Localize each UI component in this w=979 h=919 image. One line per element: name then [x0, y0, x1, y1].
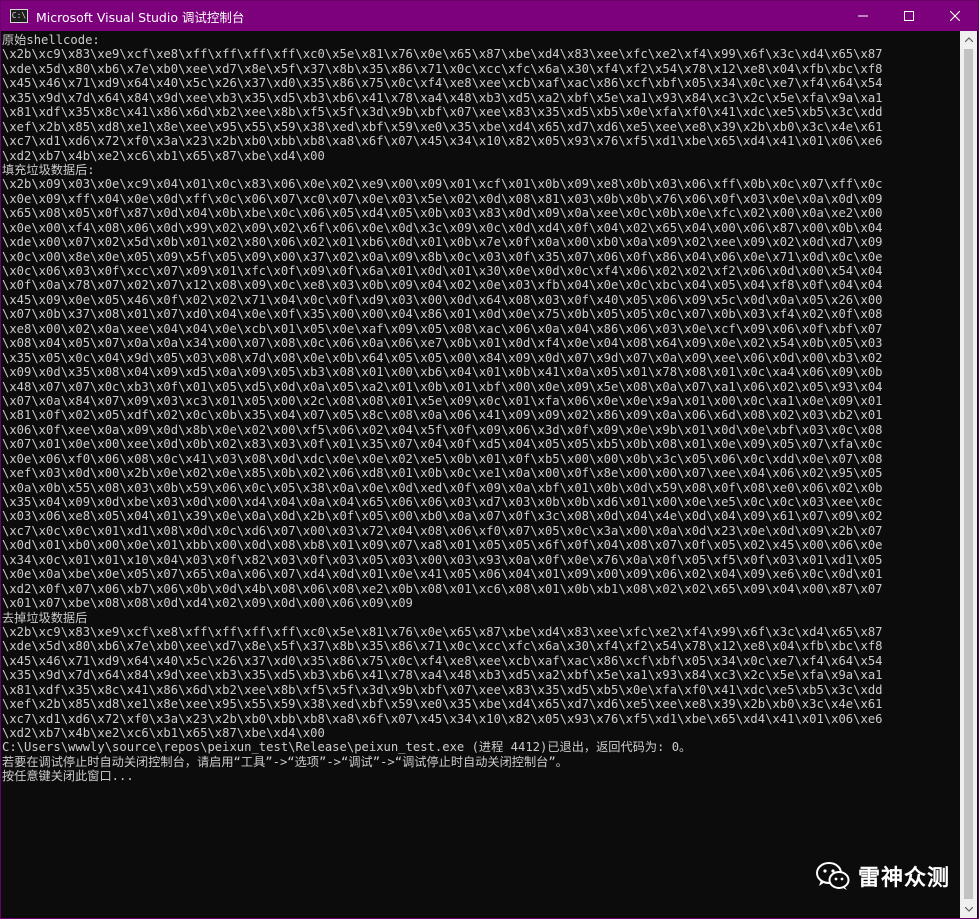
title-bar[interactable]: C:\ Microsoft Visual Studio 调试控制台 — [1, 1, 978, 31]
console-line: \x0d\x01\xb0\x00\x0e\x01\xbb\x00\x0d\x08… — [2, 538, 883, 553]
console-lines: 原始shellcode: \x2b\xc9\x83\xe9\xcf\xe8\xff… — [1, 31, 961, 784]
console-line: \x35\x9d\x7d\x64\x84\x9d\xee\xb3\x35\xd5… — [2, 668, 883, 683]
console-line: \x45\x46\x71\xd9\x64\x40\x5c\x26\x37\xd0… — [2, 653, 883, 668]
console-line: 按任意键关闭此窗口... — [2, 769, 134, 784]
console-line: \x07\x01\x0e\x00\xee\x0d\x0b\x02\x83\x03… — [2, 437, 883, 452]
console-line: \x81\x0f\x02\x05\xdf\x02\x0c\x0b\x35\x04… — [2, 408, 883, 423]
console-line: \x03\x06\xe8\x05\x04\x01\x39\x0e\x0a\x0d… — [2, 509, 883, 524]
console-line: \x07\x0b\x37\x08\x01\x07\xd0\x04\x0e\x0f… — [2, 307, 883, 322]
close-icon — [950, 11, 960, 21]
console-line: \xc7\xd1\xd6\x72\xf0\x3a\x23\x2b\xb0\xbb… — [2, 134, 883, 149]
scroll-up-button[interactable] — [960, 31, 977, 48]
console-line: \xe8\x00\x02\x0a\xee\x04\x04\x0e\xcb\x01… — [2, 321, 883, 336]
arrow-down-icon — [964, 907, 973, 912]
scrollbar-thumb[interactable] — [964, 49, 973, 899]
maximize-icon — [904, 11, 914, 21]
wechat-icon — [815, 862, 850, 890]
console-output[interactable]: 原始shellcode: \x2b\xc9\x83\xe9\xcf\xe8\xff… — [1, 31, 961, 918]
console-line: \x81\xdf\x35\x8c\x41\x86\x6d\xb2\xee\x8b… — [2, 682, 883, 697]
window-title: Microsoft Visual Studio 调试控制台 — [36, 9, 245, 25]
console-line: \x65\x08\x05\x0f\x87\x0d\x04\x0b\xbe\x0c… — [2, 206, 883, 221]
console-line: \xef\x03\x0d\x00\x2b\x0e\x02\x0e\x85\x0b… — [2, 466, 883, 481]
console-line: \x0e\x06\xf0\x06\x08\x0c\x41\x03\x08\x0d… — [2, 451, 883, 466]
console-line: 填充垃圾数据后: — [2, 162, 95, 177]
console-line: \x2b\xc9\x83\xe9\xcf\xe8\xff\xff\xff\xff… — [2, 47, 883, 62]
console-line: \x2b\x09\x03\x0e\xc9\x04\x01\x0c\x83\x06… — [2, 177, 883, 192]
minimize-icon — [858, 15, 868, 17]
arrow-up-icon — [964, 37, 973, 42]
console-line: \x35\x05\x0c\x04\x9d\x05\x03\x08\x7d\x08… — [2, 350, 883, 365]
console-line: \x34\x0c\x01\x01\x10\x04\x03\x0f\x82\x03… — [2, 552, 883, 567]
console-line: \x0a\x0b\x55\x08\x03\x0b\x59\x06\x0c\x05… — [2, 480, 883, 495]
console-line: \x2b\xc9\x83\xe9\xcf\xe8\xff\xff\xff\xff… — [2, 624, 883, 639]
console-line: \xc7\x0c\x0c\x01\xd1\x08\x0d\x0c\xd6\x07… — [2, 523, 883, 538]
console-line: \x07\x0a\x84\x07\x09\x03\xc3\x01\x05\x00… — [2, 393, 883, 408]
console-line: 去掉垃圾数据后 — [2, 610, 88, 625]
minimize-button[interactable] — [840, 1, 886, 31]
console-line: \xef\x2b\x85\xd8\xe1\x8e\xee\x95\x55\x59… — [2, 119, 883, 134]
console-line: \x0e\x0a\xbe\x0e\x05\x07\x65\x0a\x06\x07… — [2, 567, 883, 582]
console-line: \xd2\xb7\x4b\xe2\xc6\xb1\x65\x87\xbe\xd4… — [2, 148, 325, 163]
console-line: \x09\x0d\x35\x08\x04\x09\xd5\x0a\x09\x05… — [2, 365, 883, 380]
vertical-scrollbar[interactable] — [960, 31, 977, 918]
maximize-button[interactable] — [886, 1, 932, 31]
console-line: \x0c\x06\x03\x0f\xcc\x07\x09\x01\xfc\x0f… — [2, 264, 883, 278]
console-window: C:\ Microsoft Visual Studio 调试控制台 原始shel… — [0, 0, 979, 919]
console-line: C:\Users\wwwly\source\repos\peixun_test\… — [2, 740, 692, 755]
console-line: \xd2\x0f\x07\x06\xb7\x06\x0b\x0d\x4b\x08… — [2, 581, 883, 596]
console-line: \xde\x5d\x80\xb6\x7e\xb0\xee\xd7\x8e\x5f… — [2, 639, 883, 654]
console-line: \x06\x0f\xee\x0a\x09\x0d\x8b\x0e\x02\x00… — [2, 422, 883, 437]
console-line: 原始shellcode: — [2, 33, 100, 47]
console-line: 若要在调试停止时自动关闭控制台，请启用“工具”->“选项”->“调试”->“调试… — [2, 754, 568, 769]
console-line: \xde\x5d\x80\xb6\x7e\xb0\xee\xd7\x8e\x5f… — [2, 61, 883, 76]
console-line: \x0e\x09\xff\x04\x0e\x0d\xff\x0c\x06\x07… — [2, 191, 883, 206]
console-line: \x0c\x00\x8e\x0e\x05\x09\x5f\x05\x09\x00… — [2, 249, 883, 264]
console-line: \x45\x09\x0e\x05\x46\x0f\x02\x02\x71\x04… — [2, 292, 883, 307]
console-line: \xc7\xd1\xd6\x72\xf0\x3a\x23\x2b\xb0\xbb… — [2, 711, 883, 726]
console-app-icon: C:\ — [10, 9, 28, 23]
watermark-text: 雷神众测 — [857, 866, 950, 891]
console-line: \x45\x46\x71\xd9\x64\x40\x5c\x26\x37\xd0… — [2, 76, 883, 91]
console-line: \x48\x07\x07\x0c\xb3\x0f\x01\x05\xd5\x0d… — [2, 379, 883, 394]
console-line: \x35\x9d\x7d\x64\x84\x9d\xee\xb3\x35\xd5… — [2, 90, 883, 105]
console-line: \xd2\xb7\x4b\xe2\xc6\xb1\x65\x87\xbe\xd4… — [2, 726, 325, 740]
scroll-down-button[interactable] — [960, 901, 977, 918]
console-line: \x81\xdf\x35\x8c\x41\x86\x6d\xb2\xee\x8b… — [2, 105, 883, 120]
window-controls — [840, 1, 978, 31]
console-line: \x01\x07\xbe\x08\x08\x0d\xd4\x02\x09\x0d… — [2, 596, 413, 611]
close-button[interactable] — [932, 1, 978, 31]
console-line: \x0f\x0a\x78\x07\x02\x07\x12\x08\x09\x0c… — [2, 278, 883, 293]
console-line: \x0e\x00\xf4\x08\x06\x0d\x99\x02\x09\x02… — [2, 220, 883, 235]
console-line: \x08\x04\x05\x07\x0a\x0a\x34\x00\x07\x08… — [2, 336, 883, 351]
console-line: \x35\x04\x09\x0d\xbe\x03\x0d\x00\xd4\x04… — [2, 495, 883, 509]
console-line: \xef\x2b\x85\xd8\xe1\x8e\xee\x95\x55\x59… — [2, 697, 883, 712]
console-line: \xde\x00\x07\x02\x5d\x0b\x01\x02\x80\x06… — [2, 235, 883, 250]
watermark: 雷神众测 — [815, 860, 950, 892]
